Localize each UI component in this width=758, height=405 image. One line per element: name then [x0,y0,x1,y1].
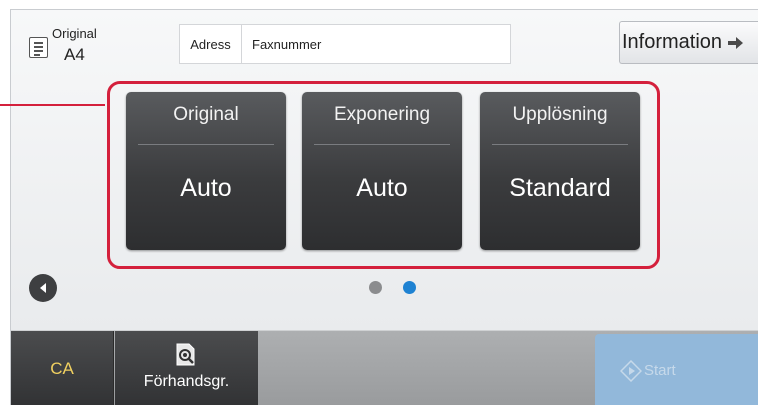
divider [492,144,628,145]
original-indicator[interactable]: Original A4 [25,24,115,69]
clear-all-button[interactable]: CA [11,331,114,405]
start-label: Start [644,362,676,379]
setting-tile-original[interactable]: Original Auto [126,92,286,250]
setting-title: Original [173,104,239,125]
fax-number-input[interactable] [242,25,510,63]
setting-value: Standard [509,174,611,202]
preview-label: Förhandsgr. [143,373,230,390]
previous-page-button[interactable] [29,274,57,302]
clear-all-label: CA [50,359,74,378]
callout-line [0,104,105,106]
start-diamond-icon [620,360,642,382]
page-indicator-dot[interactable] [369,281,382,294]
setting-title: Upplösning [512,104,608,125]
preview-icon [176,343,195,366]
information-button[interactable]: Information [619,21,758,64]
original-size: A4 [64,45,85,64]
address-label: Adress [180,25,242,63]
preview-button[interactable]: Förhandsgr. [115,331,258,405]
fax-screen: Original A4 Adress Information Original … [10,9,758,405]
setting-tile-resolution[interactable]: Upplösning Standard [480,92,640,250]
setting-value: Auto [356,174,408,202]
divider [314,144,450,145]
bottom-action-bar: CA Förhandsgr. Start [11,330,758,405]
original-label: Original [52,26,97,41]
arrow-right-icon [728,36,744,49]
setting-value: Auto [180,174,232,202]
setting-tile-exposure[interactable]: Exponering Auto [302,92,462,250]
information-label: Information [622,31,723,53]
chevron-left-icon [40,283,46,293]
start-button[interactable]: Start [595,334,758,405]
address-field[interactable]: Adress [179,24,511,64]
divider [138,144,274,145]
setting-title: Exponering [333,104,431,125]
document-icon [29,37,48,58]
page-indicator-dot-active[interactable] [403,281,416,294]
